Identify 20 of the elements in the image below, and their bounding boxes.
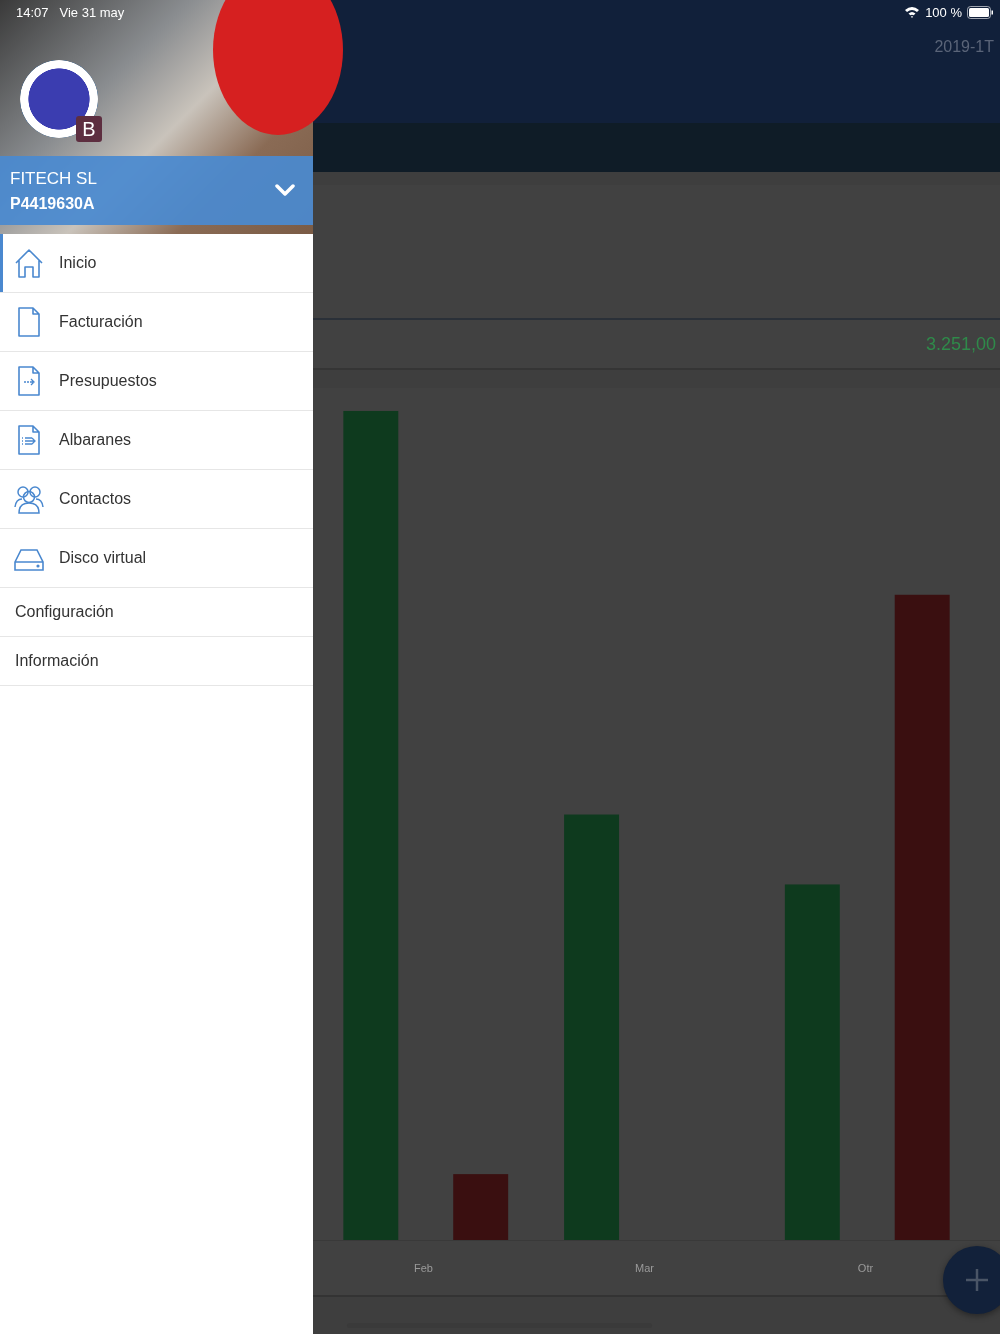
house-icon [13, 247, 45, 279]
axis-label: Otr [856, 1262, 875, 1275]
account-name: FITECH SL [10, 168, 97, 189]
axis-label: Feb [413, 1262, 434, 1275]
account-code: P4419630A [10, 194, 96, 213]
add-button[interactable] [943, 1246, 1000, 1314]
total-amount: 3.251,00 [925, 333, 996, 355]
status-time: 14:07 [16, 4, 49, 20]
badge: B [76, 116, 102, 142]
battery-icon [967, 5, 994, 19]
plus-icon [965, 1268, 989, 1292]
period-label: 2019-1T [934, 38, 994, 57]
chart-bar [453, 1174, 509, 1241]
axis-label: Mar [634, 1262, 655, 1275]
people-icon [13, 483, 45, 515]
chevron-down-icon [275, 184, 295, 197]
account-selector[interactable]: FITECH SL P4419630A [0, 156, 313, 225]
status-date: Vie 31 may [59, 4, 125, 20]
wifi-icon [904, 6, 921, 18]
battery-percentage: 100 % [925, 4, 962, 20]
